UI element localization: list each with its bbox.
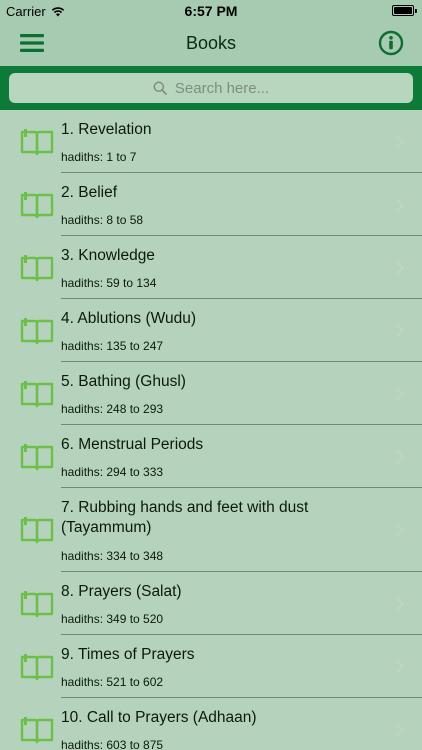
book-name: 7. Rubbing hands and feet with dust (Tay… <box>61 499 309 536</box>
book-row-7[interactable]: 7. Rubbing hands and feet with dust (Tay… <box>0 488 422 572</box>
book-name: 10. Call to Prayers (Adhaan) <box>61 709 257 726</box>
book-name: 3. Knowledge <box>61 247 155 264</box>
book-row-1[interactable]: 1. Revelation hadiths: 1 to 7 <box>0 110 422 173</box>
book-row-3[interactable]: 3. Knowledge hadiths: 59 to 134 <box>0 236 422 299</box>
book-name: 1. Revelation <box>61 121 152 138</box>
book-hadith-range: hadiths: 8 to 58 <box>61 213 144 227</box>
book-icon <box>20 590 54 617</box>
book-icon <box>20 716 54 743</box>
book-hadith-range: hadiths: 59 to 134 <box>61 276 157 290</box>
book-name: 8. Prayers (Salat) <box>61 583 182 600</box>
book-icon <box>20 317 54 344</box>
info-circle-icon <box>378 30 404 56</box>
chevron-right-icon <box>396 323 404 338</box>
book-name: 6. Menstrual Periods <box>61 436 204 453</box>
chevron-right-icon <box>396 722 404 737</box>
book-hadith-range: hadiths: 349 to 520 <box>61 612 164 626</box>
book-row-10[interactable]: 10. Call to Prayers (Adhaan) hadiths: 60… <box>0 698 422 750</box>
books-list: 1. Revelation hadiths: 1 to 7 2. Belief … <box>0 110 422 750</box>
chevron-right-icon <box>396 134 404 149</box>
chevron-right-icon <box>396 386 404 401</box>
book-name: 2. Belief <box>61 184 118 201</box>
book-hadith-range: hadiths: 521 to 602 <box>61 675 164 689</box>
book-name: 5. Bathing (Ghusl) <box>61 373 186 390</box>
status-time: 6:57 PM <box>184 3 238 19</box>
search-bar: Search here... <box>0 66 422 110</box>
book-name: 4. Ablutions (Wudu) <box>61 310 196 327</box>
book-row-2[interactable]: 2. Belief hadiths: 8 to 58 <box>0 173 422 236</box>
search-input[interactable]: Search here... <box>9 73 413 103</box>
book-hadith-range: hadiths: 603 to 875 <box>61 738 164 750</box>
book-icon <box>20 380 54 407</box>
book-name: 9. Times of Prayers <box>61 646 195 663</box>
book-row-4[interactable]: 4. Ablutions (Wudu) hadiths: 135 to 247 <box>0 299 422 362</box>
book-icon <box>20 254 54 281</box>
page-title: Books <box>185 33 237 53</box>
battery-icon <box>392 5 417 16</box>
status-bar: Carrier 6:57 PM <box>0 0 422 22</box>
chevron-right-icon <box>396 449 404 464</box>
book-row-6[interactable]: 6. Menstrual Periods hadiths: 294 to 333 <box>0 425 422 488</box>
book-row-9[interactable]: 9. Times of Prayers hadiths: 521 to 602 <box>0 635 422 698</box>
info-button[interactable] <box>378 30 404 56</box>
book-icon <box>20 128 54 155</box>
book-row-8[interactable]: 8. Prayers (Salat) hadiths: 349 to 520 <box>0 572 422 635</box>
navigation-bar: Books <box>0 22 422 66</box>
search-icon <box>153 81 167 95</box>
book-icon <box>20 443 54 470</box>
book-hadith-range: hadiths: 135 to 247 <box>61 339 164 353</box>
book-icon <box>20 653 54 680</box>
book-icon <box>20 517 54 544</box>
book-hadith-range: hadiths: 334 to 348 <box>61 549 164 563</box>
chevron-right-icon <box>396 197 404 212</box>
book-hadith-range: hadiths: 294 to 333 <box>61 465 164 479</box>
chevron-right-icon <box>396 260 404 275</box>
chevron-right-icon <box>396 523 404 537</box>
book-hadith-range: hadiths: 1 to 7 <box>61 150 137 164</box>
chevron-right-icon <box>396 659 404 674</box>
book-row-5[interactable]: 5. Bathing (Ghusl) hadiths: 248 to 293 <box>0 362 422 425</box>
book-hadith-range: hadiths: 248 to 293 <box>61 402 164 416</box>
chevron-right-icon <box>396 596 404 611</box>
search-placeholder: Search here... <box>174 79 270 97</box>
book-icon <box>20 191 54 218</box>
